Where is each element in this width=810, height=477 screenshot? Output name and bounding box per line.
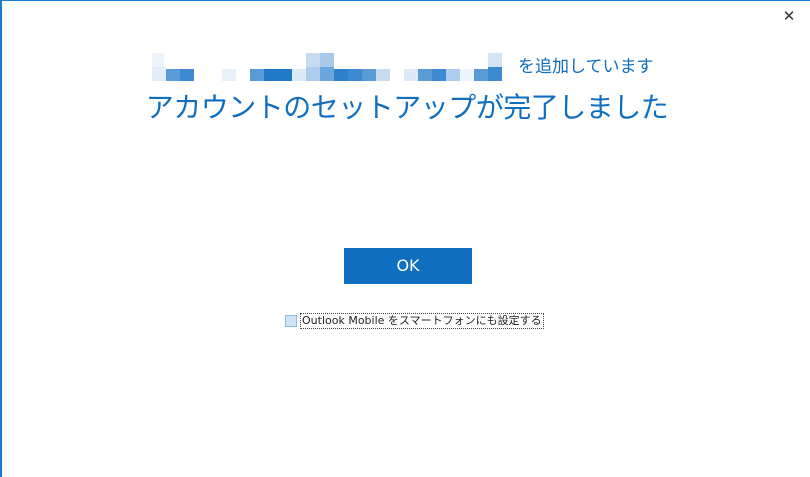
ok-button[interactable]: OK: [344, 248, 472, 284]
close-icon[interactable]: ✕: [778, 5, 800, 27]
subtitle-text: を追加しています: [518, 57, 654, 77]
outlook-mobile-option[interactable]: Outlook Mobile をスマートフォンにも設定する: [285, 313, 544, 329]
outlook-mobile-checkbox[interactable]: [285, 315, 297, 327]
subtitle-row: を追加しています: [150, 51, 654, 83]
page-title: アカウントのセットアップが完了しました: [145, 91, 669, 124]
redacted-email-address: [150, 51, 516, 83]
dialog-window: ✕ を追加しています アカウントのセットアップが完了しました OK Outloo…: [0, 0, 810, 477]
outlook-mobile-checkbox-label[interactable]: Outlook Mobile をスマートフォンにも設定する: [300, 313, 544, 329]
